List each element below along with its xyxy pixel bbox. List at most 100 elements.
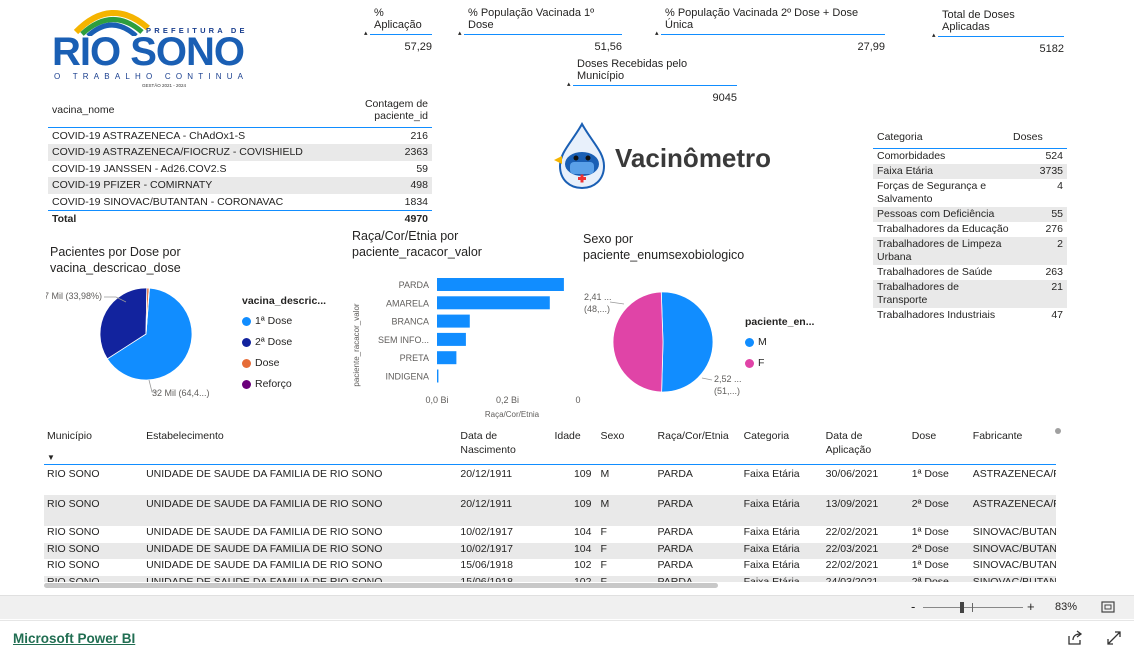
category-tick-label: PRETA [400, 353, 429, 363]
patients-table[interactable]: Município ▼ Estabelecimento Data de Nasci… [44, 426, 1056, 582]
cell: 1834 [404, 195, 428, 208]
table-row[interactable]: RIO SONO UNIDADE DE SAUDE DA FAMILIA DE R… [44, 575, 1056, 582]
table-row[interactable]: Pessoas com Deficiência 55 [873, 207, 1067, 222]
dose-pie-chart[interactable]: 32 Mil (64,4...) 17 Mil (33,98%) [46, 284, 236, 404]
x-axis-title: Raça/Cor/Etnia [485, 410, 540, 419]
cell: UNIDADE DE SAUDE DA FAMILIA DE RIO SONO [146, 526, 383, 538]
cell: Trabalhadores de Transporte [873, 280, 1013, 308]
sort-desc-icon[interactable]: ▼ [47, 451, 55, 465]
cell: 1ª Dose [911, 467, 949, 480]
zoom-in-button[interactable]: + [1027, 599, 1035, 614]
table-row[interactable]: COVID-19 ASTRAZENECA/FIOCRUZ - COVISHIEL… [48, 144, 432, 161]
column-header[interactable]: Raça/Cor/Etnia [654, 426, 741, 465]
cell: 55 [1013, 207, 1067, 222]
table-row[interactable]: Trabalhadores Industriais 47 [873, 308, 1067, 323]
bar-parda[interactable] [437, 278, 564, 291]
column-header[interactable]: Doses [1013, 129, 1067, 149]
bar-sem-info-[interactable] [437, 332, 466, 346]
table-row[interactable]: RIO SONO UNIDADE DE SAUDE DA FAMILIA DE R… [44, 495, 1056, 526]
bar-amarela[interactable] [437, 296, 550, 310]
cell: COVID-19 ASTRAZENECA/FIOCRUZ - COVISHIEL… [48, 144, 307, 161]
zoom-slider[interactable] [923, 607, 1023, 608]
cell: 22/03/2021 [822, 542, 909, 559]
cell: Forças de Segurança e Salvamento [877, 180, 987, 205]
kpi-aplicacao[interactable]: % Aplicação 57,29 [364, 7, 432, 53]
cell: 104 [551, 542, 598, 559]
column-header[interactable]: Categoria [873, 129, 1013, 149]
power-bi-link[interactable]: Microsoft Power BI [13, 631, 135, 646]
table-row[interactable]: COVID-19 SINOVAC/BUTANTAN - CORONAVAC 183… [48, 194, 432, 211]
fit-to-page-icon[interactable] [1101, 601, 1115, 613]
table-row[interactable]: COVID-19 ASTRAZENECA - ChAdOx1-S 216 [48, 128, 432, 145]
table-row[interactable]: Trabalhadores de Transporte 21 [873, 280, 1067, 308]
table-row[interactable]: COVID-19 PFIZER - COMIRNATY 498 [48, 177, 432, 194]
category-tick-label: AMARELA [386, 298, 429, 308]
table-header: Município ▼ Estabelecimento Data de Nasci… [44, 426, 1056, 465]
kpi-populacao-2-dose[interactable]: % População Vacinada 2º Dose + Dose Únic… [655, 7, 885, 53]
legend-item[interactable]: Dose [242, 357, 326, 369]
table-row[interactable]: Comorbidades 524 [873, 149, 1067, 165]
legend-item[interactable]: 1ª Dose [242, 315, 326, 327]
cell: 10/02/1917 [457, 542, 552, 559]
column-header[interactable]: Estabelecimento [143, 426, 458, 465]
table-row[interactable]: Faixa Etária 3735 [873, 164, 1067, 179]
zoom-slider-thumb[interactable] [960, 602, 964, 613]
column-header[interactable]: Sexo [597, 426, 655, 465]
sex-pie-chart[interactable]: 2,41 ... (48,...) 2,52 ... (51,...) [580, 282, 745, 402]
share-icon[interactable] [1067, 630, 1083, 646]
table-row[interactable]: RIO SONO UNIDADE DE SAUDE DA FAMILIA DE R… [44, 526, 1056, 543]
legend-item[interactable]: Reforço [242, 378, 326, 390]
kpi-total-doses[interactable]: Total de Doses Aplicadas 5182 [932, 9, 1064, 55]
zoom-out-button[interactable]: - [911, 599, 915, 614]
total-row: Total 4970 [48, 209, 432, 227]
cell: RIO SONO [44, 542, 144, 559]
cell: 15/06/1918 [457, 575, 552, 582]
bar-indigena[interactable] [437, 369, 439, 383]
table-row[interactable]: COVID-19 JANSSEN - Ad26.COV2.S 59 [48, 161, 432, 178]
race-bar-chart[interactable]: paciente_racacor_valor PARDA AMARELA BRANCA… [350, 270, 582, 422]
cell: 1ª Dose [911, 526, 949, 538]
column-header[interactable]: Idade [551, 426, 598, 465]
cell: SINOVAC/BUTANTAN [969, 542, 1056, 559]
cell: RIO SONO [44, 575, 144, 582]
table-row[interactable]: Trabalhadores da Educação 276 [873, 222, 1067, 237]
column-header[interactable]: vacina_nome [48, 96, 307, 128]
cell: Trabalhadores de Saúde [877, 266, 993, 278]
table-row[interactable]: RIO SONO UNIDADE DE SAUDE DA FAMILIA DE R… [44, 542, 1056, 559]
vaccine-table[interactable]: vacina_nome Contagem de paciente_id COVI… [48, 96, 432, 227]
table-row[interactable]: Forças de Segurança e Salvamento 4 [873, 179, 1067, 207]
pie-slice-f[interactable] [612, 291, 664, 393]
category-table[interactable]: Categoria Doses Comorbidades 524 Faixa Et… [873, 129, 1067, 323]
column-header[interactable]: Data de Aplicação [822, 426, 909, 465]
column-header[interactable]: Categoria [740, 426, 823, 465]
table-row[interactable]: Trabalhadores de Saúde 263 [873, 265, 1067, 280]
kpi-doses-recebidas[interactable]: Doses Recebidas pelo Município 9045 [567, 58, 737, 104]
vertical-scrollbar[interactable] [1055, 428, 1061, 434]
cell: 21 [1013, 280, 1067, 308]
horizontal-scrollbar[interactable] [44, 583, 718, 588]
legend-item[interactable]: M [745, 336, 814, 348]
bar-preta[interactable] [437, 351, 457, 365]
race-chart-title: Raça/Cor/Etnia por paciente_racacor_valo… [352, 229, 482, 259]
column-header-municipio[interactable]: Município ▼ [44, 426, 144, 465]
kpi-populacao-1-dose[interactable]: % População Vacinada 1º Dose 51,56 [458, 7, 622, 53]
legend-item[interactable]: F [745, 357, 814, 369]
bar-branca[interactable] [437, 314, 470, 328]
kpi-label: Doses Recebidas pelo Município [567, 58, 737, 88]
cell: COVID-19 ASTRAZENECA - ChAdOx1-S [52, 130, 246, 142]
fullscreen-icon[interactable] [1106, 630, 1122, 646]
legend-item[interactable]: 2ª Dose [242, 336, 326, 348]
cell: 102 [573, 559, 592, 571]
column-header[interactable]: Fabricante [969, 426, 1056, 465]
cell: F [600, 559, 607, 571]
column-header[interactable]: Data de Nascimento [457, 426, 552, 465]
cell: UNIDADE DE SAUDE DA FAMILIA DE RIO SONO [143, 542, 458, 559]
table-row[interactable]: RIO SONO UNIDADE DE SAUDE DA FAMILIA DE R… [44, 464, 1056, 495]
vacinometro-title: Vacinômetro [615, 143, 772, 173]
zoom-level[interactable]: 83% [1055, 601, 1077, 613]
pie-slice-m[interactable] [660, 291, 714, 393]
table-row[interactable]: RIO SONO UNIDADE DE SAUDE DA FAMILIA DE R… [44, 559, 1056, 576]
column-header[interactable]: Contagem de paciente_id [306, 96, 432, 128]
table-row[interactable]: Trabalhadores de Limpeza Urbana 2 [873, 237, 1067, 265]
column-header[interactable]: Dose [908, 426, 970, 465]
